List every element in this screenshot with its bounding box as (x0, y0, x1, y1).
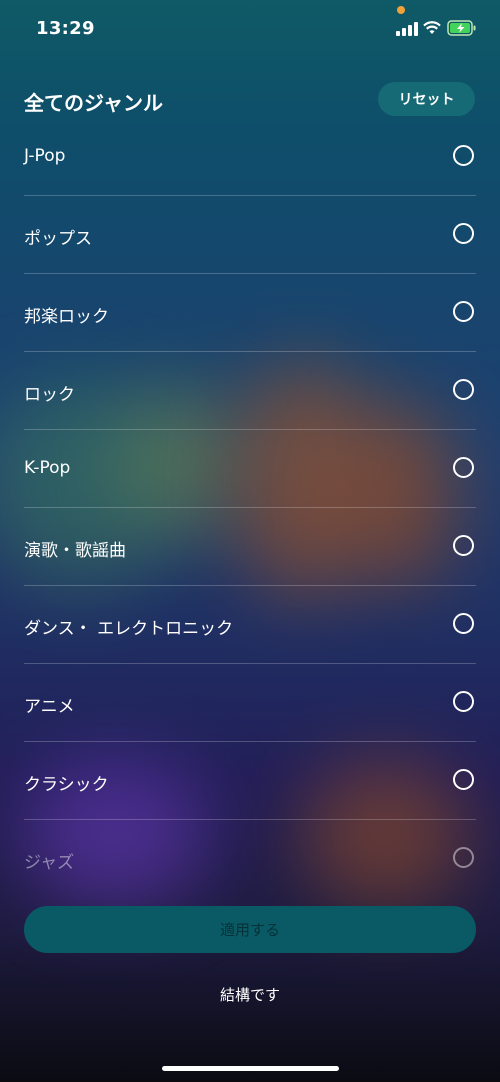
no-thanks-link[interactable]: 結構です (0, 984, 500, 1005)
genre-item-jazz[interactable]: ジャズ (24, 820, 476, 897)
radio-button[interactable] (453, 613, 474, 634)
radio-button[interactable] (453, 145, 474, 166)
battery-charging-icon (447, 20, 476, 36)
cellular-signal-icon (396, 22, 418, 36)
status-time: 13:29 (36, 18, 95, 39)
genre-label: ロック (24, 385, 75, 405)
genre-item-kpop[interactable]: K-Pop (24, 430, 476, 508)
genre-label: アニメ (24, 697, 75, 717)
genre-item-enka[interactable]: 演歌・歌謡曲 (24, 508, 476, 586)
genre-label: J-Pop (24, 146, 66, 166)
genre-item-classic[interactable]: クラシック (24, 742, 476, 820)
genre-list: J-Pop ポップス 邦楽ロック ロック K-Pop 演歌・歌謡曲 ダンス・ エ… (0, 118, 500, 897)
status-bar: 13:29 (0, 0, 500, 60)
genre-label: クラシック (24, 775, 109, 795)
radio-button[interactable] (453, 457, 474, 478)
apply-button[interactable]: 適用する (24, 906, 476, 953)
sheet-title: 全てのジャンル (24, 91, 163, 115)
radio-button[interactable] (453, 301, 474, 322)
home-indicator[interactable] (162, 1066, 339, 1071)
reset-button[interactable]: リセット (378, 82, 475, 116)
genre-item-jpop[interactable]: J-Pop (24, 118, 476, 196)
genre-label: 演歌・歌謡曲 (24, 541, 126, 561)
radio-button[interactable] (453, 847, 474, 868)
genre-label: ダンス・ エレクトロニック (24, 619, 234, 639)
privacy-indicator-dot (397, 6, 405, 14)
genre-label: 邦楽ロック (24, 307, 109, 327)
genre-item-rock[interactable]: ロック (24, 352, 476, 430)
radio-button[interactable] (453, 535, 474, 556)
genre-label: ポップス (24, 229, 92, 249)
radio-button[interactable] (453, 223, 474, 244)
radio-button[interactable] (453, 379, 474, 400)
genre-item-dance-electronic[interactable]: ダンス・ エレクトロニック (24, 586, 476, 664)
wifi-icon (423, 21, 441, 34)
genre-label: K-Pop (24, 458, 71, 478)
genre-item-japanese-rock[interactable]: 邦楽ロック (24, 274, 476, 352)
genre-label: ジャズ (24, 853, 75, 873)
genre-item-anime[interactable]: アニメ (24, 664, 476, 742)
radio-button[interactable] (453, 691, 474, 712)
radio-button[interactable] (453, 769, 474, 790)
genre-item-pops[interactable]: ポップス (24, 196, 476, 274)
